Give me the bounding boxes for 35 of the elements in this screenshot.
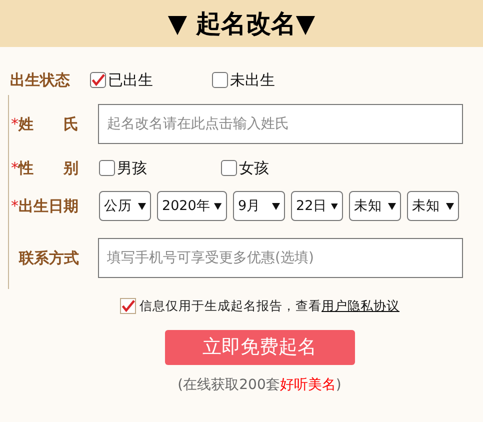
caret-icon (214, 202, 222, 210)
field-label: 出生状态 (10, 70, 70, 89)
consent-checkbox[interactable] (120, 298, 136, 314)
caret-icon (388, 202, 396, 210)
required-mark: * (11, 158, 18, 177)
input-field[interactable]: 填写手机号可享受更多优惠(选填) (98, 238, 463, 278)
consent-text: 信息仅用于生成起名报告，查看用户隐私协议 (140, 297, 400, 315)
checkbox[interactable] (90, 72, 106, 88)
note-text: (在线获取200套好听美名) (178, 376, 342, 395)
checkbox[interactable] (221, 160, 237, 176)
caret-icon (138, 202, 146, 210)
field-label: 性 别 (18, 158, 78, 177)
dropdown[interactable]: 9月 (233, 191, 285, 221)
dropdown[interactable]: 未知 (349, 191, 401, 221)
required-mark: * (11, 114, 18, 133)
dropdown[interactable]: 2020年 (157, 191, 227, 221)
dropdown[interactable]: 公历 (99, 191, 151, 221)
option-label[interactable]: 女孩 (239, 156, 269, 180)
dropdown[interactable]: 22日 (291, 191, 343, 221)
option-label[interactable]: 已出生 (108, 68, 153, 92)
option-label[interactable]: 男孩 (117, 156, 147, 180)
caret-icon (446, 202, 454, 210)
page-title: ▼ 起名改名▼ (168, 11, 316, 36)
dropdown[interactable]: 未知 (407, 191, 459, 221)
option-label[interactable]: 未出生 (230, 68, 275, 92)
field-label: 出生日期 (18, 196, 78, 215)
privacy-link[interactable]: 用户隐私协议 (322, 298, 400, 313)
caret-icon (272, 202, 280, 210)
input-field[interactable]: 起名改名请在此点击输入姓氏 (98, 104, 463, 144)
caret-icon (331, 202, 338, 210)
field-label: 姓 氏 (18, 114, 78, 133)
field-label: 联系方式 (19, 248, 79, 267)
checkbox[interactable] (212, 72, 228, 88)
required-mark: * (11, 196, 18, 215)
checkbox[interactable] (99, 160, 115, 176)
